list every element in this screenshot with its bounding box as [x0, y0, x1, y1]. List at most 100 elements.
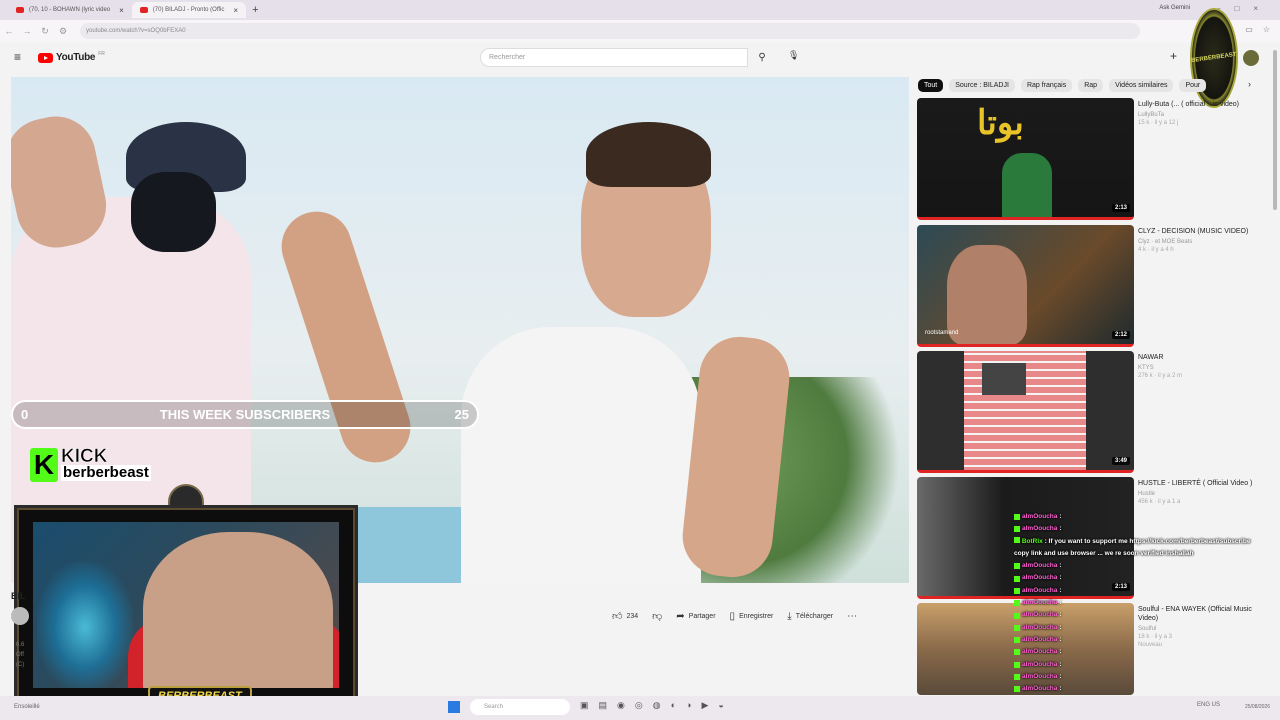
filter-chips: Tout Source : BILADJI Rap français Rap V… [918, 77, 1258, 93]
video-meta-line: (C) [16, 662, 25, 668]
taskbar-clock[interactable]: 25/08/2026 [1245, 704, 1270, 710]
chat-message: almOoucha: [1014, 523, 1270, 535]
url-input[interactable]: youtube.com/watch?v=sOQ0bFEXA0 [80, 23, 1140, 39]
app-icon[interactable]: ◒ [718, 700, 723, 711]
subscriber-goal-bar: 0 THIS WEEK SUBSCRIBERS 25 [11, 400, 479, 429]
dislike-button[interactable]: 👎︎ [652, 610, 662, 622]
share-button[interactable]: ➦ Partager [676, 611, 715, 622]
chip-rap[interactable]: Rap [1078, 78, 1104, 92]
chrome-icon[interactable]: ◎ [635, 700, 643, 711]
chat-username: almOoucha [1022, 648, 1058, 656]
recommendation-thumbnail[interactable]: 3:49 [917, 351, 1134, 473]
close-tab-icon[interactable]: × [233, 6, 238, 15]
save-button[interactable]: ▯ Enregistrer [730, 611, 774, 622]
microphone-icon[interactable]: 🎙︎ [788, 50, 799, 61]
recommendation-thumbnail[interactable]: بوتا 2:13 [917, 98, 1134, 220]
chip-for-you[interactable]: Pour [1179, 78, 1207, 92]
recommendation-channel[interactable]: KTYS [1138, 365, 1258, 371]
windows-start-icon[interactable] [448, 701, 460, 713]
chat-message: almOoucha: [1014, 609, 1270, 621]
chip-all[interactable]: Tout [918, 78, 944, 92]
channel-avatar[interactable] [11, 607, 29, 625]
recommendation-thumbnail[interactable]: rootstamand 2:12 [917, 225, 1134, 347]
search-icon[interactable]: ⚲ [748, 48, 776, 67]
recommendation-title[interactable]: HUSTLE - LIBERTÉ ( Official Video ) [1138, 479, 1258, 488]
ask-gemini-button[interactable]: Ask Gemini [1159, 5, 1190, 11]
chat-message: almOoucha: [1014, 511, 1270, 523]
chip-rap-francais[interactable]: Rap français [1020, 78, 1073, 92]
like-button[interactable]: 👍︎ 234 [612, 610, 638, 622]
search-input[interactable]: Rechercher [480, 48, 748, 67]
new-tab-button[interactable]: + [252, 4, 258, 16]
download-icon: ⤓ [787, 610, 792, 622]
chat-message: almOoucha: [1014, 671, 1270, 683]
taskbar-search[interactable]: Search [470, 699, 570, 715]
recommendation-item[interactable]: rootstamand 2:12 CLYZ - DECISION (MUSIC … [917, 225, 1257, 347]
youtube-header: ≡ YouTube FR Rechercher ⚲ 🎙︎ + [0, 44, 1280, 72]
edge-icon[interactable]: ◉ [617, 700, 625, 711]
subs-start-value: 0 [21, 407, 29, 422]
tab-label: (70, 10 - BOHAWN (lyric video [29, 7, 111, 13]
cast-icon[interactable]: ▭ [1245, 25, 1253, 34]
discord-icon[interactable]: ◑ [686, 700, 691, 711]
duration-badge: 3:49 [1111, 457, 1130, 465]
site-info-icon[interactable]: ⚙ [54, 26, 72, 37]
chip-source[interactable]: Source : BILADJI [949, 78, 1015, 92]
reload-icon[interactable]: ↻ [36, 26, 54, 37]
system-tray-language[interactable]: ENG US [1197, 702, 1220, 708]
chat-username: almOoucha [1022, 672, 1058, 680]
chat-message: almOoucha: [1014, 572, 1270, 584]
back-icon[interactable]: ← [0, 26, 18, 36]
neon-sign [37, 562, 133, 688]
weather-widget[interactable]: Ensoleillé [14, 704, 40, 710]
avatar[interactable] [1243, 50, 1259, 66]
recommendation-title[interactable]: Lully-Buta (... ( official ...ic video) [1138, 100, 1258, 109]
recommendation-channel[interactable]: LullyBuTa [1138, 112, 1258, 118]
recommendation-item[interactable]: بوتا 2:13 Lully-Buta (... ( official ...… [917, 98, 1257, 220]
window-controls[interactable]: –□× [1216, 4, 1272, 13]
recommendation-channel[interactable]: Hustle [1138, 491, 1258, 497]
chat-message: BotRix : If you want to support me https… [1014, 536, 1251, 557]
recommendation-title[interactable]: CLYZ - DECISION (MUSIC VIDEO) [1138, 227, 1258, 236]
recommendation-meta: 4 k · il y a 4 h [1138, 247, 1174, 253]
download-button[interactable]: ⤓ Télécharger [787, 611, 833, 622]
video-person-right [461, 327, 701, 583]
kick-badge-icon [1014, 649, 1020, 656]
chat-message: almOoucha: [1014, 560, 1270, 572]
download-label: Télécharger [795, 612, 834, 620]
browser-tab[interactable]: (70, 10 - BOHAWN (lyric video × [8, 2, 132, 18]
folder-icon[interactable]: ▤ [599, 700, 608, 711]
app-icon[interactable]: ▶ [701, 700, 708, 711]
kick-badge-icon [1014, 637, 1020, 644]
thumbnail-arabic-title: بوتا [977, 104, 1024, 142]
more-actions-icon[interactable]: ⋯ [847, 611, 857, 622]
file-explorer-icon[interactable]: ▣ [580, 700, 589, 711]
menu-icon[interactable]: ≡ [14, 50, 21, 64]
youtube-logo[interactable]: YouTube FR [38, 51, 105, 63]
chip-similar[interactable]: Vidéos similaires [1109, 78, 1174, 92]
kick-badge-icon [1014, 600, 1020, 607]
app-icon[interactable]: ◍ [653, 700, 661, 711]
page-scrollbar[interactable] [1273, 50, 1277, 210]
browser-tab-active[interactable]: (70) BILADJ - Pronto (Offic × [131, 2, 247, 18]
recommendation-channel[interactable]: Clyz · et MOE Beats [1138, 239, 1258, 245]
recommendation-item[interactable]: 3:49 NAWAR KTYS 276 k · il y a 2 m [917, 351, 1257, 473]
close-tab-icon[interactable]: × [119, 6, 124, 15]
subs-goal-value: 25 [454, 407, 469, 422]
bookmark-star-icon[interactable]: ☆ [1263, 25, 1270, 34]
chat-username: almOoucha [1022, 599, 1058, 607]
chat-message: almOoucha: [1014, 646, 1270, 658]
kick-badge-icon [1014, 536, 1020, 543]
recommendation-title[interactable]: NAWAR [1138, 353, 1258, 362]
forward-icon[interactable]: → [18, 26, 36, 36]
chevron-right-icon[interactable]: › [1248, 79, 1251, 89]
thumbnail-figure [947, 245, 1027, 344]
chat-username: almOoucha [1022, 611, 1058, 619]
chat-username: almOoucha [1022, 525, 1058, 533]
duration-badge: 2:12 [1111, 331, 1130, 339]
bookmark-icon: ▯ [729, 610, 736, 622]
kick-badge-icon [1014, 686, 1020, 693]
app-icon[interactable]: ◐ [671, 700, 676, 711]
kick-badge-icon [1014, 587, 1020, 594]
create-icon[interactable]: + [1170, 49, 1177, 63]
